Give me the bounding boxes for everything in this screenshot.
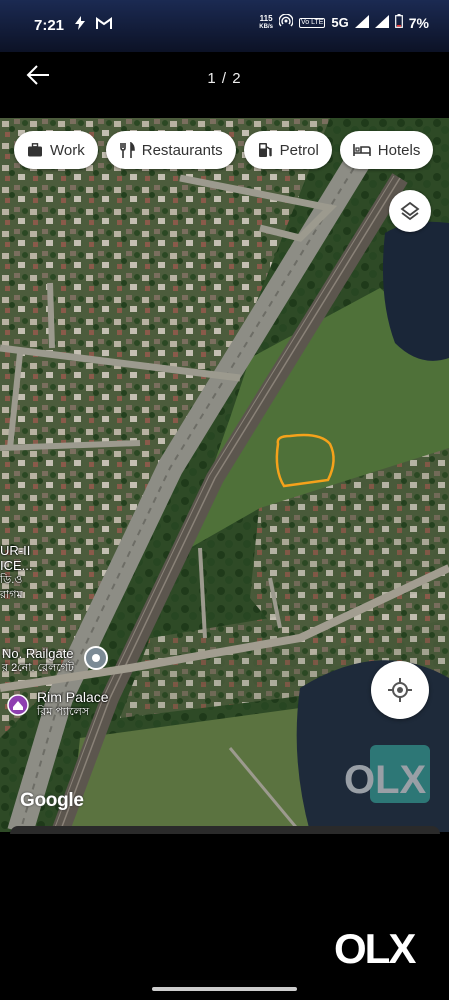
home-indicator[interactable] [152, 987, 297, 991]
my-location-button[interactable] [371, 661, 429, 719]
gmail-icon [96, 16, 113, 34]
svg-text:OLX: OLX [344, 758, 427, 802]
chip-work[interactable]: Work [14, 131, 98, 169]
map-bottom-sheet-handle [10, 826, 440, 834]
layers-icon [400, 201, 420, 221]
chip-label: Petrol [279, 141, 319, 159]
bed-icon [352, 144, 371, 156]
chip-label: Hotels [377, 141, 421, 159]
olx-logo: OLX [334, 925, 418, 974]
chip-label: Restaurants [141, 141, 223, 159]
google-attribution: Google [20, 790, 84, 811]
network-type: 5G [331, 15, 349, 30]
chip-petrol[interactable]: Petrol [243, 131, 332, 169]
chip-restaurants[interactable]: Restaurants [105, 131, 236, 169]
railgate-label: No. Railgate র 2নো. রেলগেট [2, 646, 74, 674]
hotspot-icon [278, 13, 294, 31]
category-chips: Work Restaurants Petrol Hotels [14, 131, 434, 169]
olx-watermark: OLX [342, 745, 434, 805]
poi-label[interactable]: Rim Palace রিম প্যালেস [37, 690, 109, 720]
chip-label: Work [50, 141, 85, 159]
briefcase-icon [28, 143, 42, 157]
crosshair-icon [388, 678, 412, 702]
map-image[interactable] [0, 118, 449, 832]
status-bar: 7:21 115 KB/s Vo LTE 5G 7% [0, 0, 449, 52]
area-label: UR-II ICE... ডি.ও রাগম [0, 543, 33, 601]
fork-knife-icon [119, 141, 135, 158]
svg-text:OLX: OLX [334, 929, 416, 969]
flash-notification-icon [74, 16, 86, 34]
battery-icon [394, 14, 403, 31]
fuel-pump-icon [258, 143, 272, 157]
image-pager: 1 / 2 [207, 70, 242, 87]
satellite-map [0, 118, 449, 832]
signal-icon [354, 14, 369, 31]
clock: 7:21 [34, 16, 65, 34]
chip-hotels[interactable]: Hotels [339, 131, 434, 169]
layers-button[interactable] [389, 190, 431, 232]
volte-badge: Vo LTE [298, 17, 326, 28]
signal-icon-2 [374, 14, 389, 31]
image-viewer-toolbar: 1 / 2 [0, 52, 449, 114]
network-speed: 115 KB/s [259, 13, 273, 30]
battery-level: 7% [408, 14, 429, 31]
